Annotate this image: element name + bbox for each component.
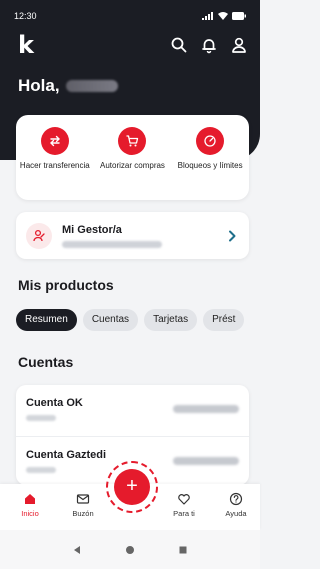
transfer-label: Hacer transferencia bbox=[19, 161, 90, 170]
home-nav-icon[interactable] bbox=[125, 545, 135, 555]
products-title: Mis productos bbox=[18, 277, 114, 293]
limits-button[interactable]: Bloqueos y límites bbox=[175, 127, 245, 200]
tab-buzon[interactable]: Buzón bbox=[63, 492, 103, 518]
gauge-icon bbox=[196, 127, 225, 155]
mail-icon bbox=[76, 494, 90, 504]
authorize-purchases-button[interactable]: Autorizar compras bbox=[97, 127, 167, 200]
tab-ayuda[interactable]: Ayuda bbox=[216, 492, 256, 518]
transfer-button[interactable]: Hacer transferencia bbox=[20, 127, 90, 200]
blurred-account-balance bbox=[173, 457, 239, 465]
signal-icon bbox=[202, 12, 213, 20]
heart-icon bbox=[178, 494, 190, 505]
blurred-gestor-name bbox=[62, 240, 162, 248]
tab-para-ti[interactable]: Para ti bbox=[164, 492, 204, 518]
greeting-text: Hola, bbox=[18, 76, 60, 95]
tab-label: Para ti bbox=[173, 509, 195, 518]
chevron-right-icon[interactable] bbox=[225, 229, 239, 243]
help-icon bbox=[229, 492, 243, 506]
home-icon bbox=[25, 494, 35, 504]
blurred-account-number bbox=[26, 415, 56, 421]
greeting: Hola, bbox=[18, 76, 118, 96]
gestor-card[interactable]: Mi Gestor/a bbox=[16, 212, 249, 259]
account-row[interactable]: Cuenta OK bbox=[16, 385, 249, 437]
battery-icon bbox=[232, 12, 246, 20]
gestor-title: Mi Gestor/a bbox=[62, 223, 122, 236]
cart-icon bbox=[118, 127, 147, 155]
add-button[interactable]: + bbox=[114, 469, 150, 505]
tab-prestamos[interactable]: Prést bbox=[203, 309, 245, 331]
tab-label: Ayuda bbox=[225, 509, 247, 518]
status-time: 12:30 bbox=[14, 11, 37, 21]
tab-inicio[interactable]: Inicio bbox=[10, 492, 50, 518]
status-bar: 12:30 bbox=[14, 9, 246, 23]
blurred-account-number bbox=[26, 467, 56, 473]
tab-label: Inicio bbox=[21, 509, 39, 518]
bell-icon[interactable] bbox=[200, 36, 218, 54]
search-icon[interactable] bbox=[170, 36, 188, 54]
wifi-icon bbox=[218, 12, 228, 20]
tab-resumen[interactable]: Resumen bbox=[16, 309, 77, 331]
limits-label: Bloqueos y límites bbox=[177, 161, 243, 170]
tab-label: Buzón bbox=[72, 509, 94, 518]
tab-tarjetas[interactable]: Tarjetas bbox=[144, 309, 198, 331]
tab-cuentas[interactable]: Cuentas bbox=[82, 309, 139, 331]
quick-actions-card: Hacer transferencia Autorizar compras Bl… bbox=[16, 115, 249, 200]
transfer-icon bbox=[40, 127, 69, 155]
profile-icon[interactable] bbox=[230, 36, 248, 54]
app-logo: k bbox=[18, 31, 34, 59]
product-tabs: Resumen Cuentas Tarjetas Prést bbox=[16, 309, 260, 331]
system-nav-bar bbox=[0, 530, 260, 569]
gestor-icon bbox=[26, 222, 52, 249]
recents-icon[interactable] bbox=[178, 545, 188, 555]
blurred-account-balance bbox=[173, 405, 239, 413]
back-icon[interactable] bbox=[72, 545, 82, 555]
authorize-purchases-label: Autorizar compras bbox=[100, 161, 165, 170]
blurred-user-name bbox=[65, 80, 118, 92]
accounts-title: Cuentas bbox=[18, 354, 74, 370]
